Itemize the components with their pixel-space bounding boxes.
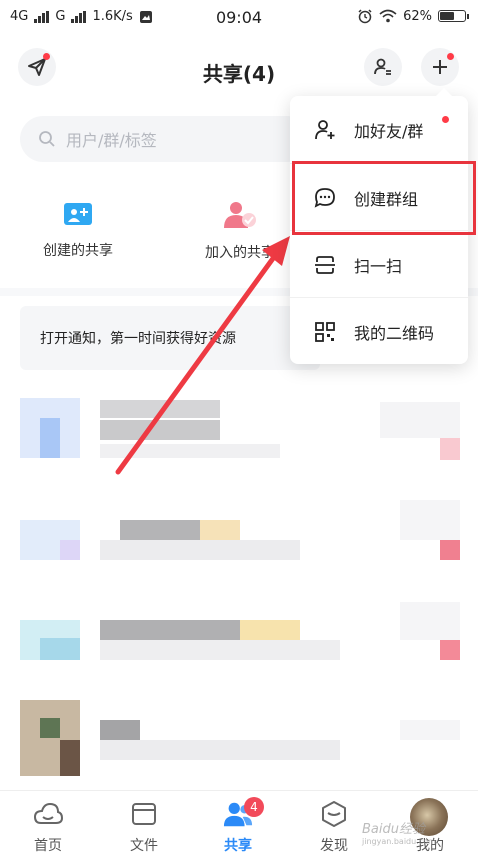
contacts-button[interactable] xyxy=(364,48,402,86)
add-user-icon xyxy=(315,119,335,139)
avatar-blurred-part-2 xyxy=(60,740,80,776)
avatar-blurred-part xyxy=(40,718,60,738)
subtitle-blurred xyxy=(100,540,300,560)
joined-shares-button[interactable]: 加入的共享 xyxy=(190,200,290,262)
avatar-blurred-part xyxy=(40,418,60,458)
menu-item-label: 加好友/群 xyxy=(354,121,424,141)
subtitle-blurred xyxy=(100,444,280,458)
tab-share[interactable]: 共享 4 xyxy=(198,797,278,855)
tab-label: 首页 xyxy=(34,838,62,854)
subtitle-blurred xyxy=(100,740,340,760)
created-shares-label: 创建的共享 xyxy=(43,243,113,259)
page-title: 共享(4) xyxy=(202,62,276,86)
add-dot xyxy=(447,53,454,60)
created-shares-button[interactable]: 创建的共享 xyxy=(28,200,128,260)
menu-item-scan[interactable]: 扫一扫 xyxy=(290,230,468,298)
tab-files[interactable]: 文件 xyxy=(104,799,184,855)
badge-blurred xyxy=(440,438,460,460)
menu-item-my-qrcode[interactable]: 我的二维码 xyxy=(290,297,468,365)
wifi-icon xyxy=(379,9,397,23)
battery-icon xyxy=(438,10,469,22)
name-blurred xyxy=(120,520,200,540)
list-item[interactable] xyxy=(20,500,460,580)
search-icon xyxy=(39,131,55,147)
plus-icon xyxy=(433,60,447,74)
list-item[interactable] xyxy=(20,598,460,678)
user-list-icon xyxy=(374,58,391,75)
badge-blurred xyxy=(440,640,460,660)
header: 共享(4) xyxy=(0,40,478,96)
subtitle-blurred xyxy=(100,640,340,660)
folder-icon xyxy=(132,803,156,825)
status-bar: 4G G 1.6K/s 09:04 62% xyxy=(0,0,478,34)
list-item[interactable] xyxy=(20,700,460,780)
new-dot xyxy=(442,116,449,123)
tab-label: 共享 xyxy=(224,838,252,854)
qr-code-icon xyxy=(315,321,335,342)
tab-label: 发现 xyxy=(320,838,348,854)
name-blurred-2 xyxy=(200,520,240,540)
notification-banner[interactable]: 打开通知，第一时间获得好资源 xyxy=(20,306,320,370)
notification-text: 打开通知，第一时间获得好资源 xyxy=(40,331,236,347)
badge-blurred xyxy=(440,540,460,560)
menu-item-label: 扫一扫 xyxy=(354,256,403,276)
watermark: Baidu经验 jingyan.baidu.com xyxy=(362,818,436,846)
watermark-url: jingyan.baidu.com xyxy=(362,837,436,846)
time-blurred xyxy=(400,602,460,640)
tab-home[interactable]: 首页 xyxy=(8,799,88,855)
alarm-icon xyxy=(358,9,372,24)
list-item[interactable] xyxy=(20,398,460,478)
create-share-icon xyxy=(64,203,92,225)
annotation-highlight-box xyxy=(292,161,476,235)
name-blurred-2 xyxy=(240,620,300,640)
name-blurred-2 xyxy=(100,420,220,440)
battery-percent: 62% xyxy=(403,8,432,24)
avatar-blurred-part xyxy=(40,638,80,660)
name-blurred xyxy=(100,400,220,418)
name-blurred xyxy=(100,620,240,640)
search-placeholder: 用户/群/标签 xyxy=(66,131,157,150)
menu-item-add-friend[interactable]: 加好友/群 xyxy=(290,96,468,163)
share-badge: 4 xyxy=(244,797,264,817)
watermark-brand: Baidu经验 xyxy=(362,822,425,837)
cloud-icon xyxy=(33,802,63,824)
join-share-icon xyxy=(224,202,256,228)
discover-cube-icon xyxy=(322,801,346,827)
avatar-blurred-part xyxy=(60,540,80,560)
scan-icon xyxy=(315,255,335,274)
time-blurred xyxy=(400,720,460,740)
joined-shares-label: 加入的共享 xyxy=(205,245,275,261)
time-blurred xyxy=(380,402,460,438)
add-button[interactable] xyxy=(421,48,459,86)
tab-label: 文件 xyxy=(130,838,158,854)
search-bar[interactable]: 用户/群/标签 xyxy=(20,116,310,162)
menu-item-label: 我的二维码 xyxy=(354,323,435,343)
name-blurred xyxy=(100,720,140,740)
time-blurred xyxy=(400,500,460,540)
